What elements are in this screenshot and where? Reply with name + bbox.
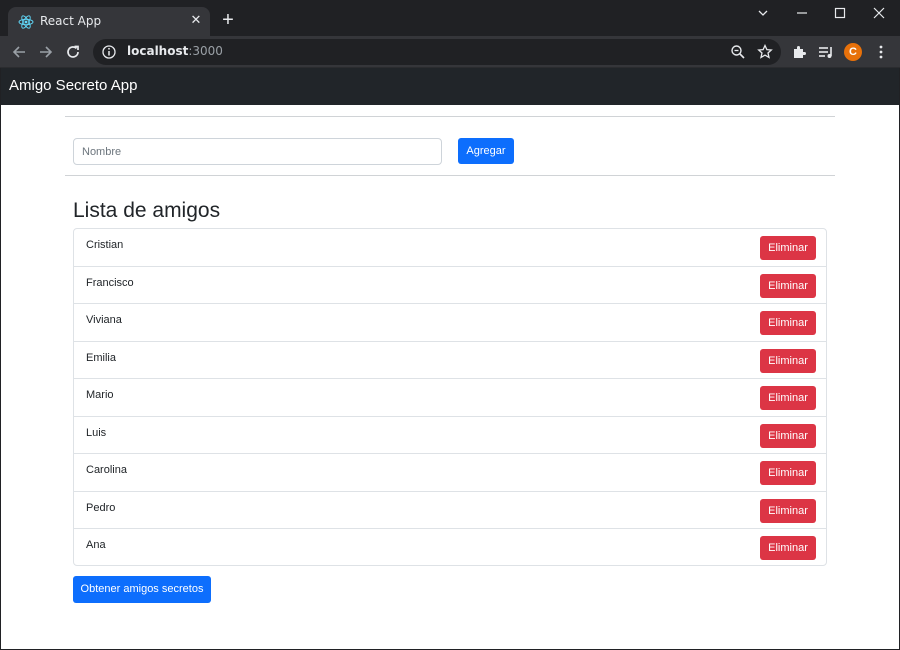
- react-icon: [18, 14, 34, 30]
- minimize-icon[interactable]: [784, 0, 820, 26]
- delete-button[interactable]: Eliminar: [760, 498, 816, 523]
- media-queue-icon[interactable]: [818, 44, 834, 60]
- list-item: Emilia Eliminar: [74, 342, 826, 379]
- app-navbar: Amigo Secreto App: [1, 68, 899, 105]
- delete-button[interactable]: Eliminar: [760, 348, 816, 373]
- zoom-icon[interactable]: [730, 44, 746, 60]
- bookmark-star-icon[interactable]: [757, 43, 773, 60]
- add-button[interactable]: Agregar: [458, 138, 514, 164]
- friend-name: Ana: [86, 539, 106, 551]
- delete-button[interactable]: Eliminar: [760, 536, 816, 560]
- divider-top: [65, 116, 835, 117]
- forward-icon[interactable]: [34, 40, 58, 64]
- browser-tab[interactable]: React App ✕: [8, 7, 210, 36]
- list-item: Carolina Eliminar: [74, 454, 826, 492]
- delete-button[interactable]: Eliminar: [760, 386, 816, 410]
- app-title[interactable]: Amigo Secreto App: [9, 77, 137, 94]
- list-item: Viviana Eliminar: [74, 304, 826, 342]
- friend-name: Emilia: [86, 351, 116, 364]
- profile-avatar[interactable]: C: [844, 43, 862, 61]
- delete-button[interactable]: Eliminar: [760, 311, 816, 335]
- delete-button[interactable]: Eliminar: [760, 273, 816, 298]
- friend-name: Carolina: [86, 464, 127, 476]
- info-icon[interactable]: [101, 44, 117, 60]
- url-text: localhost:3000: [127, 44, 223, 58]
- list-item: Francisco Eliminar: [74, 267, 826, 304]
- tab-title: React App: [40, 14, 102, 28]
- extensions-icon[interactable]: [791, 44, 807, 60]
- delete-button[interactable]: Eliminar: [760, 461, 816, 485]
- delete-button[interactable]: Eliminar: [760, 423, 816, 448]
- url-port: :3000: [188, 44, 223, 58]
- friend-name: Pedro: [86, 501, 116, 514]
- get-secret-friends-button[interactable]: Obtener amigos secretos: [73, 576, 211, 603]
- delete-button[interactable]: Eliminar: [760, 236, 816, 260]
- name-input[interactable]: [73, 138, 442, 165]
- menu-icon[interactable]: [873, 44, 889, 60]
- divider-bottom: [65, 175, 835, 176]
- list-item: Ana Eliminar: [74, 529, 826, 567]
- page-viewport: Amigo Secreto App Agregar Lista de amigo…: [1, 68, 899, 649]
- url-host: localhost: [127, 44, 189, 58]
- tab-search-icon[interactable]: [745, 0, 781, 26]
- friend-name: Viviana: [86, 314, 122, 326]
- friend-name: Francisco: [86, 276, 134, 289]
- address-bar[interactable]: localhost:3000: [93, 39, 781, 65]
- list-heading: Lista de amigos: [73, 199, 221, 222]
- friend-name: Luis: [86, 426, 107, 439]
- friend-list: Cristian Eliminar Francisco Eliminar Viviana…: [73, 228, 827, 566]
- friend-name: Cristian: [86, 239, 124, 251]
- friend-name: Mario: [86, 389, 114, 401]
- back-icon[interactable]: [7, 40, 31, 64]
- close-tab-icon[interactable]: ✕: [188, 12, 204, 28]
- new-tab-button[interactable]: +: [218, 10, 238, 30]
- browser-toolbar: localhost:3000 C: [0, 36, 900, 68]
- list-item: Luis Eliminar: [74, 417, 826, 454]
- list-item: Cristian Eliminar: [74, 229, 826, 267]
- list-item: Mario Eliminar: [74, 379, 826, 417]
- browser-tab-strip: React App ✕ +: [0, 0, 900, 36]
- reload-icon[interactable]: [61, 40, 85, 64]
- list-item: Pedro Eliminar: [74, 492, 826, 529]
- close-window-icon[interactable]: [861, 0, 897, 26]
- maximize-icon[interactable]: [822, 0, 858, 26]
